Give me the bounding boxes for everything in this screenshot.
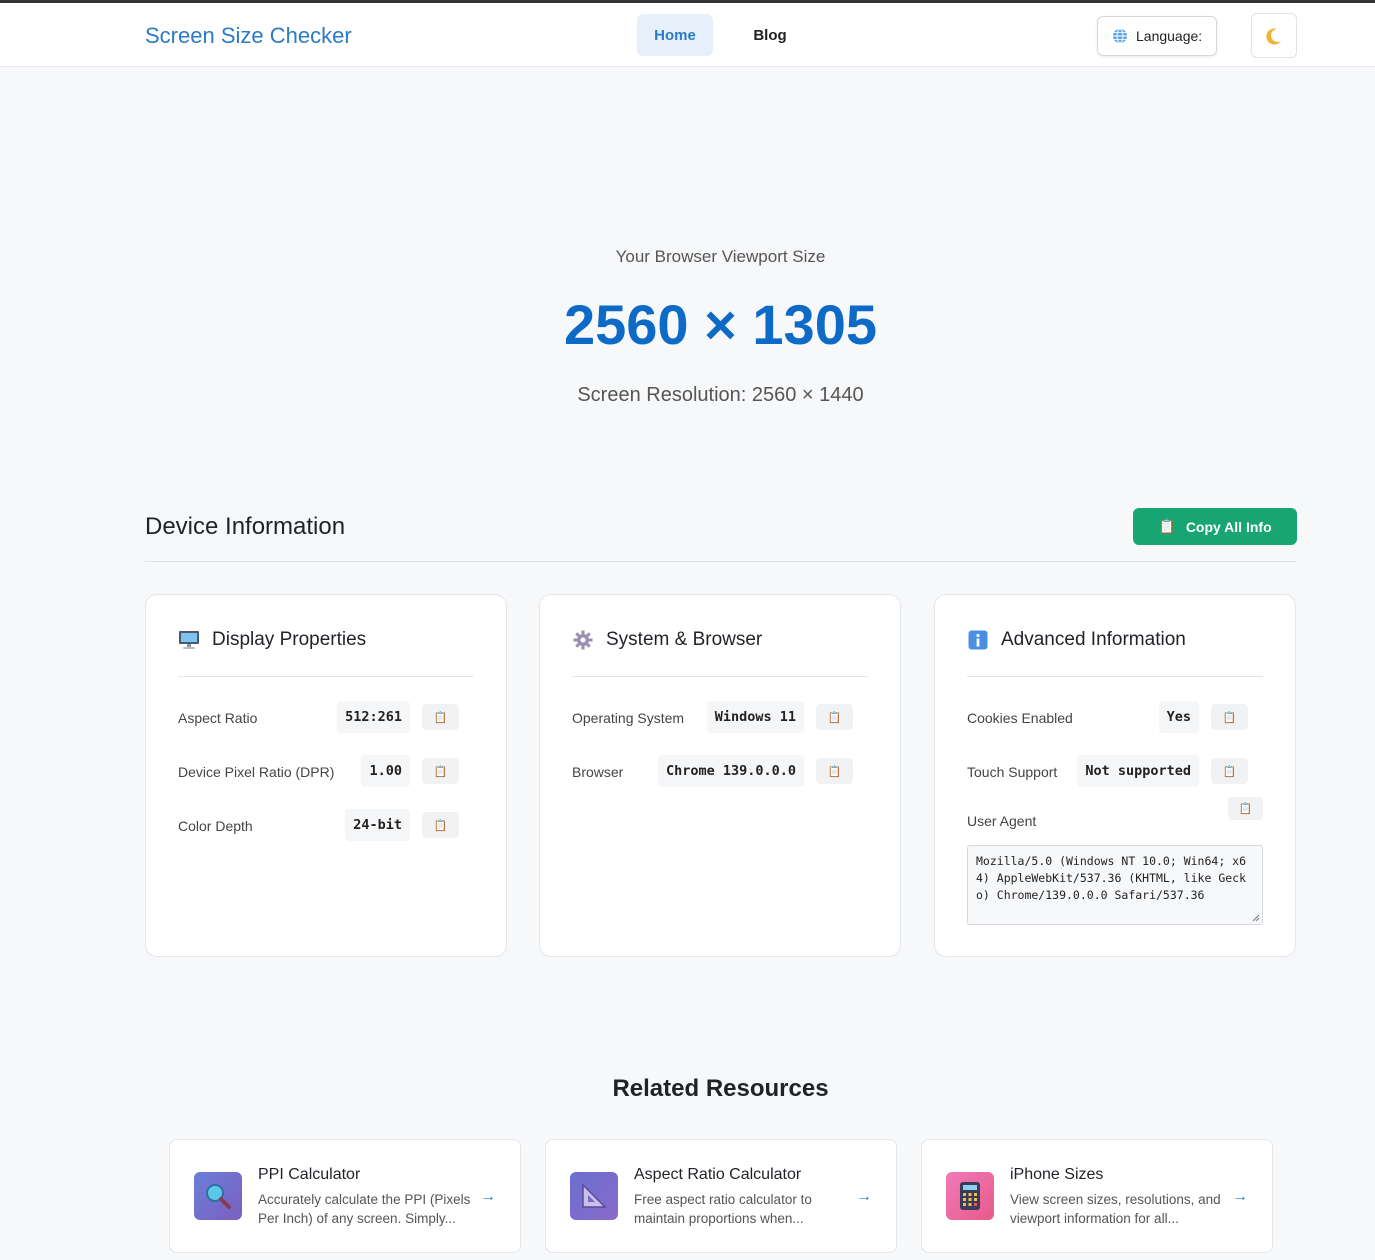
- info-row-os: Operating System Windows 11 📋: [572, 701, 868, 735]
- card-title: Display Properties: [212, 629, 367, 650]
- viewport-size: 2560 × 1305: [564, 293, 877, 356]
- user-agent-textarea[interactable]: Mozilla/5.0 (Windows NT 10.0; Win64; x64…: [967, 845, 1263, 925]
- screen-resolution: Screen Resolution: 2560 × 1440: [577, 384, 864, 406]
- row-value: Yes: [1158, 701, 1199, 733]
- resource-desc: View screen sizes, resolutions, and view…: [1010, 1192, 1221, 1226]
- row-value: 512:261: [337, 701, 410, 733]
- row-label: Aspect Ratio: [178, 710, 258, 726]
- row-value: 1.00: [361, 755, 410, 787]
- info-row-color-depth: Color Depth 24-bit 📋: [178, 809, 474, 843]
- advanced-info-card: Advanced Information Cookies Enabled Yes…: [934, 594, 1296, 957]
- triangle-ruler-icon: [570, 1172, 618, 1220]
- resource-title: PPI Calculator: [258, 1166, 361, 1183]
- resource-card-iphone-sizes[interactable]: iPhone Sizes View screen sizes, resoluti…: [921, 1139, 1273, 1253]
- calculator-icon: [946, 1172, 994, 1220]
- row-value: 24-bit: [345, 809, 410, 841]
- resource-card-aspect-ratio[interactable]: Aspect Ratio Calculator Free aspect rati…: [545, 1139, 897, 1253]
- info-row-aspect-ratio: Aspect Ratio 512:261 📋: [178, 701, 474, 735]
- resource-card-ppi[interactable]: PPI Calculator Accurately calculate the …: [169, 1139, 521, 1253]
- system-browser-card: System & Browser Operating System Window…: [539, 594, 901, 957]
- copy-icon[interactable]: 📋: [1228, 797, 1263, 820]
- copy-icon[interactable]: 📋: [422, 758, 459, 784]
- gear-icon: [572, 629, 594, 651]
- row-label: User Agent: [967, 813, 1037, 829]
- language-label: Language:: [1136, 28, 1203, 44]
- copy-icon[interactable]: 📋: [1211, 704, 1248, 730]
- copy-all-button[interactable]: 📋 Copy All Info: [1133, 508, 1297, 545]
- row-label: Touch Support: [967, 764, 1058, 780]
- section-divider: [145, 561, 1297, 562]
- row-label: Device Pixel Ratio (DPR): [178, 764, 335, 780]
- magnifier-icon: [194, 1172, 242, 1220]
- row-value: Windows 11: [706, 701, 804, 733]
- monitor-icon: [178, 629, 200, 651]
- related-resources-title: Related Resources: [612, 1075, 829, 1102]
- site-header: Screen Size Checker Home Blog Language:: [0, 3, 1375, 67]
- info-row-dpr: Device Pixel Ratio (DPR) 1.00 📋: [178, 755, 474, 789]
- row-label: Operating System: [572, 710, 685, 726]
- language-button[interactable]: Language:: [1097, 16, 1217, 56]
- copy-icon[interactable]: 📋: [816, 704, 853, 730]
- info-row-cookies: Cookies Enabled Yes 📋: [967, 701, 1263, 735]
- display-properties-card: Display Properties Aspect Ratio 512:261 …: [145, 594, 507, 957]
- copy-icon[interactable]: 📋: [816, 758, 853, 784]
- resize-handle-icon[interactable]: [1252, 914, 1260, 922]
- theme-toggle-button[interactable]: [1251, 13, 1297, 58]
- row-label: Color Depth: [178, 818, 253, 834]
- arrow-right-icon: →: [856, 1188, 872, 1205]
- info-row-browser: Browser Chrome 139.0.0.0 📋: [572, 755, 868, 789]
- info-row-user-agent: User Agent 📋: [967, 797, 1263, 831]
- card-title: System & Browser: [606, 629, 763, 650]
- viewport-subtitle: Your Browser Viewport Size: [615, 247, 826, 266]
- clipboard-icon: 📋: [1158, 518, 1176, 534]
- moon-icon: [1266, 28, 1281, 45]
- resource-title: iPhone Sizes: [1010, 1166, 1104, 1183]
- row-value: Chrome 139.0.0.0: [657, 755, 804, 787]
- copy-icon[interactable]: 📋: [1211, 758, 1248, 784]
- resource-title: Aspect Ratio Calculator: [634, 1166, 802, 1183]
- user-agent-text: Mozilla/5.0 (Windows NT 10.0; Win64; x64…: [976, 854, 1247, 902]
- card-title: Advanced Information: [1001, 629, 1186, 650]
- site-logo[interactable]: Screen Size Checker: [145, 23, 352, 49]
- resource-desc: Accurately calculate the PPI (Pixels Per…: [258, 1192, 471, 1226]
- resource-desc: Free aspect ratio calculator to maintain…: [634, 1192, 812, 1226]
- arrow-right-icon: →: [1232, 1188, 1248, 1205]
- nav-blog[interactable]: Blog: [740, 14, 800, 56]
- copy-all-label: Copy All Info: [1185, 518, 1272, 535]
- row-label: Cookies Enabled: [967, 710, 1073, 726]
- row-label: Browser: [572, 764, 624, 780]
- info-icon: [967, 629, 989, 651]
- nav-home[interactable]: Home: [637, 14, 713, 56]
- copy-icon[interactable]: 📋: [422, 812, 459, 838]
- device-info-title: Device Information: [145, 513, 346, 540]
- arrow-right-icon: →: [480, 1188, 496, 1205]
- globe-icon: [1113, 28, 1127, 44]
- row-value: Not supported: [1077, 755, 1199, 787]
- info-row-touch: Touch Support Not supported 📋: [967, 755, 1263, 789]
- copy-icon[interactable]: 📋: [422, 704, 459, 730]
